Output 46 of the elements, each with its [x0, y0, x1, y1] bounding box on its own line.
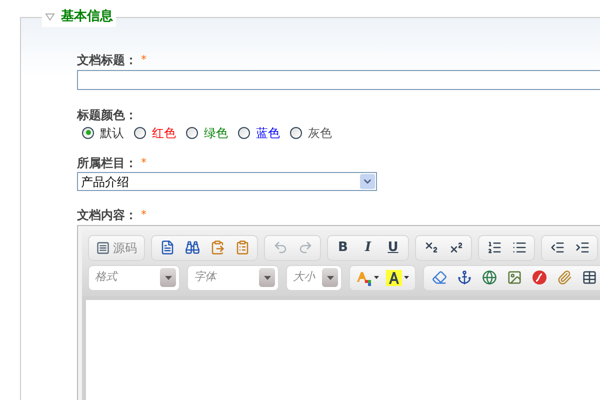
italic-button[interactable]: I: [357, 238, 379, 258]
bold-button[interactable]: B: [332, 238, 354, 258]
color-radio[interactable]: 默认: [82, 124, 124, 142]
caret-icon: [404, 276, 409, 279]
new-page-icon: [160, 240, 174, 255]
required-mark: *: [141, 52, 146, 68]
underline-button[interactable]: U: [382, 238, 404, 258]
field-label: 文档内容：: [77, 207, 137, 223]
color-radio[interactable]: 灰色: [290, 124, 332, 142]
paste-icon: [210, 240, 224, 255]
toolbar-combo[interactable]: 格式: [88, 264, 180, 290]
table-icon: [582, 270, 596, 285]
superscript-icon: [448, 240, 464, 255]
color-radio[interactable]: 蓝色: [238, 124, 280, 142]
find-icon: [184, 240, 200, 255]
remove-format-icon: [432, 270, 446, 285]
attachment-icon: [556, 270, 572, 285]
redo-icon: [298, 240, 312, 255]
source-icon: [96, 240, 110, 254]
color-radio[interactable]: 绿色: [186, 124, 228, 142]
toolbar-combo[interactable]: 大小: [286, 264, 342, 290]
field-label: 所属栏目：: [77, 154, 137, 170]
caret-icon: [374, 276, 379, 279]
subscript-icon: [424, 240, 438, 255]
column-select[interactable]: 产品介绍: [77, 172, 377, 191]
anchor-icon: [456, 270, 472, 285]
undo-icon: [272, 240, 288, 255]
image-icon: [506, 270, 522, 285]
title-input[interactable]: [77, 70, 600, 90]
color-radio[interactable]: 红色: [134, 124, 176, 142]
field-label: 文档标题：: [77, 52, 137, 68]
required-mark: *: [141, 207, 146, 223]
bulleted-list-icon: [512, 240, 526, 255]
link-icon: [482, 270, 496, 285]
section-title: 基本信息: [61, 8, 113, 26]
flash-icon: [532, 270, 546, 285]
indent-icon: [574, 240, 590, 255]
field-label: 标题颜色：: [77, 106, 137, 122]
text-color-icon: [356, 270, 372, 286]
outdent-icon: [550, 240, 564, 255]
required-mark: *: [141, 154, 146, 170]
paste-word-icon: [234, 240, 250, 255]
numbered-list-icon: [486, 240, 502, 255]
toolbar-combo[interactable]: 字体: [187, 264, 279, 290]
background-color-button[interactable]: [384, 268, 411, 288]
highlight-color-icon: [386, 270, 402, 286]
